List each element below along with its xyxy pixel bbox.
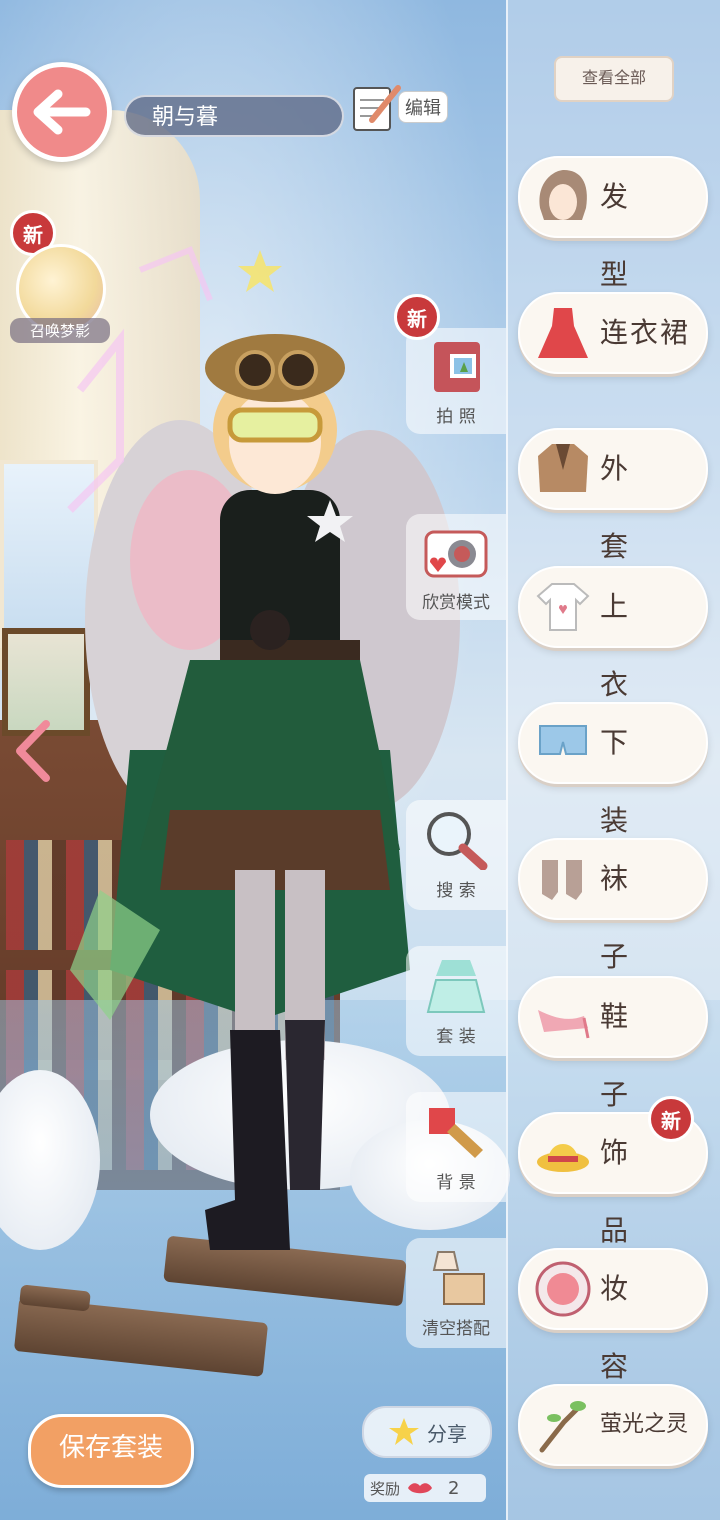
reward-label: 奖励 (370, 1479, 401, 1498)
background-label: 背 景 (436, 1173, 476, 1193)
category-accessories[interactable]: 新 饰 品 (518, 1096, 708, 1247)
category-label: 饰 品 (600, 1136, 641, 1247)
summon-button[interactable]: 新 召唤梦影 (10, 210, 110, 350)
share-button[interactable]: 分享 (362, 1406, 492, 1458)
category-label: 发 型 (600, 180, 641, 291)
view-all-button[interactable]: 查看全部 (554, 56, 674, 102)
edit-label: 编辑 (398, 91, 448, 123)
category-label: 袜 子 (600, 862, 641, 973)
scene-prev-arrow[interactable] (8, 716, 58, 786)
photo-button[interactable]: 新 拍 照 (394, 294, 506, 434)
back-button[interactable] (12, 62, 112, 162)
outfit-set-icon (426, 960, 486, 1013)
category-label: 妆 容 (600, 1272, 641, 1383)
clear-label: 清空搭配 (422, 1319, 490, 1339)
outfit-name[interactable]: 朝与暮 (124, 95, 344, 137)
shirt-icon (536, 583, 590, 631)
summon-label: 召唤梦影 (10, 318, 110, 343)
category-label: 鞋 子 (600, 1000, 641, 1111)
arrow-left-icon (33, 89, 91, 135)
save-outfit-button[interactable]: 保存套装 (28, 1414, 194, 1488)
category-hair[interactable]: 发 型 (518, 156, 708, 291)
magnifier-icon (427, 812, 488, 870)
hat-icon (537, 1144, 589, 1172)
category-firefly-spirit[interactable]: 萤光之灵 (518, 1384, 708, 1466)
dress-icon (538, 308, 588, 358)
shoes-icon (538, 1010, 590, 1039)
search-label: 搜 索 (436, 881, 476, 901)
suit-label: 套 装 (436, 1027, 476, 1047)
notepad-pencil-icon (353, 85, 401, 131)
category-socks[interactable]: 袜 子 (518, 838, 708, 973)
category-label: 萤光之灵 (600, 1412, 689, 1437)
appreciate-mode-button[interactable]: 欣赏模式 (406, 514, 506, 620)
branch-icon (539, 1401, 586, 1453)
clear-outfit-button[interactable]: 清空搭配 (406, 1238, 506, 1348)
hair-icon (539, 170, 587, 220)
category-coat[interactable]: 外 套 (518, 428, 708, 563)
category-dress[interactable]: 连衣裙 (518, 292, 708, 374)
category-label: 下 装 (600, 726, 641, 837)
socks-icon (542, 860, 582, 900)
coat-icon (538, 444, 588, 492)
star-hand-icon (389, 1418, 419, 1445)
pants-icon (539, 725, 587, 755)
reward-indicator: 奖励 2 (364, 1474, 486, 1502)
kiss-lips-icon (408, 1483, 433, 1494)
category-label: 外 套 (600, 452, 641, 563)
paintbrush-icon (429, 1108, 483, 1158)
edit-button[interactable]: 编辑 (350, 78, 460, 136)
category-label: 连衣裙 (600, 316, 691, 349)
reward-count: 2 (448, 1477, 460, 1499)
share-label: 分享 (427, 1421, 467, 1446)
appreciate-label: 欣赏模式 (422, 593, 490, 613)
search-button[interactable]: 搜 索 (406, 800, 506, 910)
album-icon (434, 342, 480, 392)
category-shoes[interactable]: 鞋 子 (518, 976, 708, 1111)
photo-label: 拍 照 (436, 407, 476, 427)
suit-button[interactable]: 套 装 (406, 946, 506, 1056)
makeup-icon (535, 1261, 591, 1317)
background-button[interactable]: 背 景 (406, 1092, 506, 1202)
new-badge: 新 (394, 294, 440, 340)
category-label: 上 衣 (600, 590, 641, 701)
category-top[interactable]: 上 衣 (518, 566, 708, 701)
category-makeup[interactable]: 妆 容 (518, 1248, 708, 1383)
category-bottoms[interactable]: 下 装 (518, 702, 708, 837)
wardrobe-box-icon (432, 1251, 485, 1305)
camera-icon (424, 530, 488, 578)
